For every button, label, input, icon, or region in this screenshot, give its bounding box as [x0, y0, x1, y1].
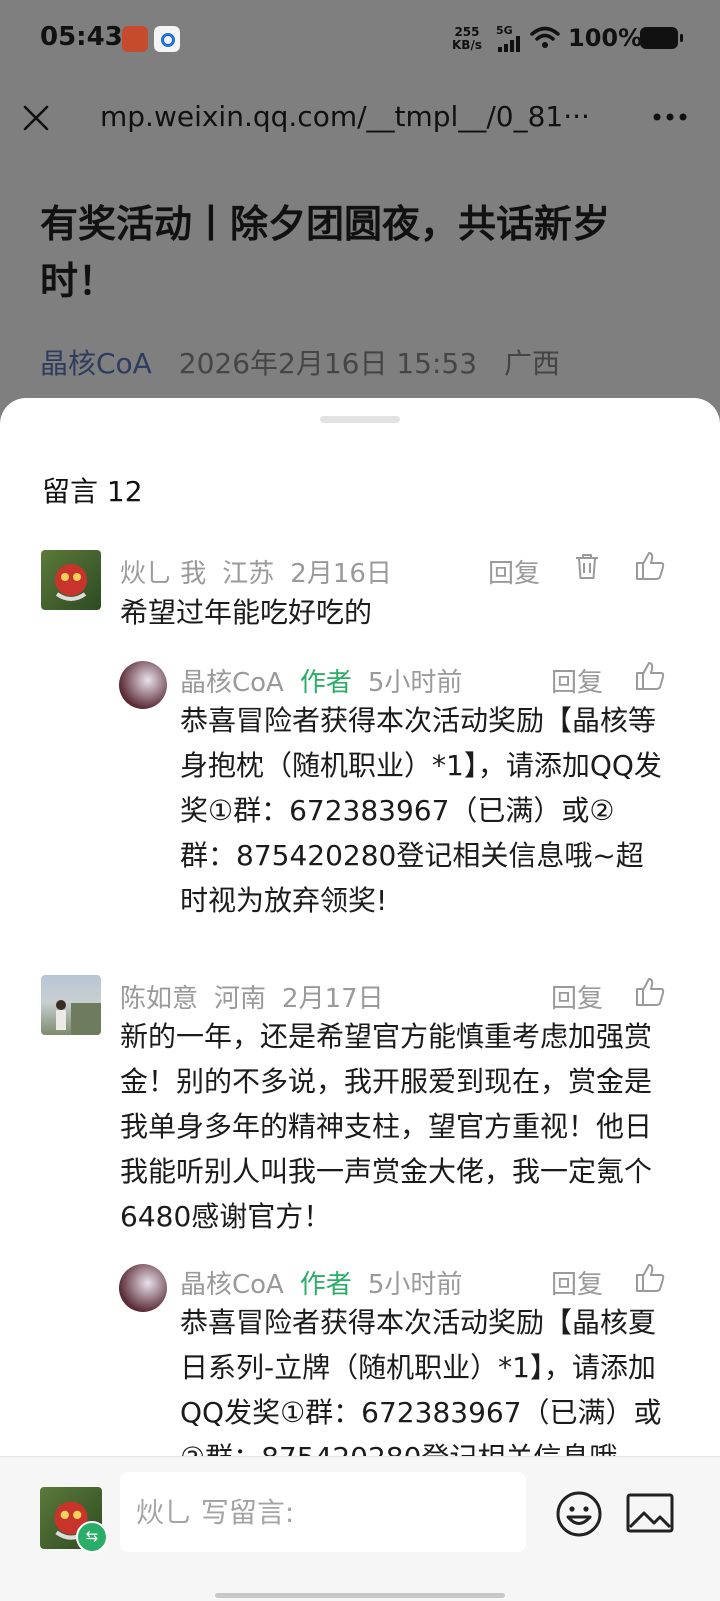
network-speed-unit: KB/s	[452, 38, 482, 52]
more-options-icon[interactable]	[652, 110, 688, 124]
reply-meta: 晶核CoA 作者 5小时前	[180, 662, 478, 699]
battery-percent: 100%	[568, 24, 643, 52]
comment-location: 河南	[214, 984, 267, 1014]
battery-icon	[640, 27, 683, 49]
status-bar: 05:43 255 KB/s 5G 100%	[0, 0, 720, 80]
comment-location: 江苏	[222, 559, 275, 589]
reply-time: 5小时前	[367, 668, 463, 698]
reply-button[interactable]: 回复	[551, 662, 603, 699]
article-author[interactable]: 晶核CoA	[40, 347, 152, 380]
like-icon[interactable]	[634, 660, 666, 692]
author-tag: 作者	[299, 1270, 352, 1300]
comment-date: 2月17日	[282, 984, 384, 1014]
comments-title: 留言 12	[42, 475, 143, 508]
emoji-icon[interactable]	[555, 1490, 603, 1538]
article-meta: 晶核CoA 2026年2月16日 15:53 广西	[40, 342, 578, 382]
reply-meta: 晶核CoA 作者 5小时前	[180, 1264, 478, 1301]
page-url: mp.weixin.qq.com/__tmpl__/0_81···	[100, 100, 590, 133]
notification-app-icon	[154, 26, 180, 52]
like-icon[interactable]	[634, 976, 666, 1008]
reply-username: 晶核CoA	[180, 668, 284, 698]
comment-input[interactable]	[120, 1472, 526, 1552]
avatar[interactable]	[41, 550, 101, 610]
close-icon[interactable]	[22, 104, 50, 132]
reply-button[interactable]: 回复	[551, 978, 603, 1015]
avatar[interactable]	[41, 975, 101, 1035]
article-title: 有奖活动丨除夕团圆夜，共话新岁时！	[40, 202, 611, 303]
reply-button[interactable]: 回复	[551, 1264, 603, 1301]
home-indicator[interactable]	[215, 1593, 505, 1598]
article-location: 广西	[503, 347, 560, 380]
reply-text: 恭喜冒险者获得本次活动奖励【晶核夏日系列-立牌（随机职业）*1】，请添加QQ发奖…	[180, 1306, 662, 1474]
comment-username: 陈如意	[120, 984, 199, 1014]
comment-date: 2月16日	[290, 559, 392, 589]
network-speed: 255 KB/s	[452, 26, 482, 52]
reply-button[interactable]: 回复	[488, 553, 540, 590]
comment-text: 希望过年能吃好吃的	[120, 596, 373, 629]
reply-text: 恭喜冒险者获得本次活动奖励【晶核等身抱枕（随机职业）*1】，请添加QQ发奖①群：…	[180, 704, 662, 917]
comment-input-bar: ⇆	[0, 1456, 720, 1601]
comment-text: 新的一年，还是希望官方能慎重考虑加强赏金！别的不多说，我开服爱到现在，赏金是我单…	[120, 1020, 653, 1233]
author-tag: 作者	[299, 668, 352, 698]
comments-sheet: 留言 12 炏乚 我江苏 2月16日 回复 希望过年能吃好吃的 晶核CoA 作者 5小…	[0, 398, 720, 1600]
like-icon[interactable]	[634, 550, 666, 582]
notification-app-icon	[122, 26, 148, 52]
wifi-icon	[530, 26, 560, 48]
comment-meta: 陈如意 河南 2月17日	[120, 978, 400, 1015]
author-avatar[interactable]	[119, 1264, 167, 1312]
switch-identity-icon[interactable]: ⇆	[76, 1521, 108, 1553]
sheet-drag-handle[interactable]	[320, 416, 400, 423]
like-icon[interactable]	[634, 1262, 666, 1294]
reply-username: 晶核CoA	[180, 1270, 284, 1300]
article-datetime: 2026年2月16日 15:53	[178, 347, 478, 380]
status-time: 05:43	[40, 22, 123, 52]
reply-time: 5小时前	[367, 1270, 463, 1300]
author-avatar[interactable]	[119, 661, 167, 709]
comment-username: 炏乚 我	[120, 559, 207, 589]
comment-meta: 炏乚 我江苏 2月16日	[120, 553, 408, 590]
signal-icon	[498, 36, 524, 52]
image-icon[interactable]	[626, 1491, 674, 1537]
delete-icon[interactable]	[571, 550, 603, 582]
